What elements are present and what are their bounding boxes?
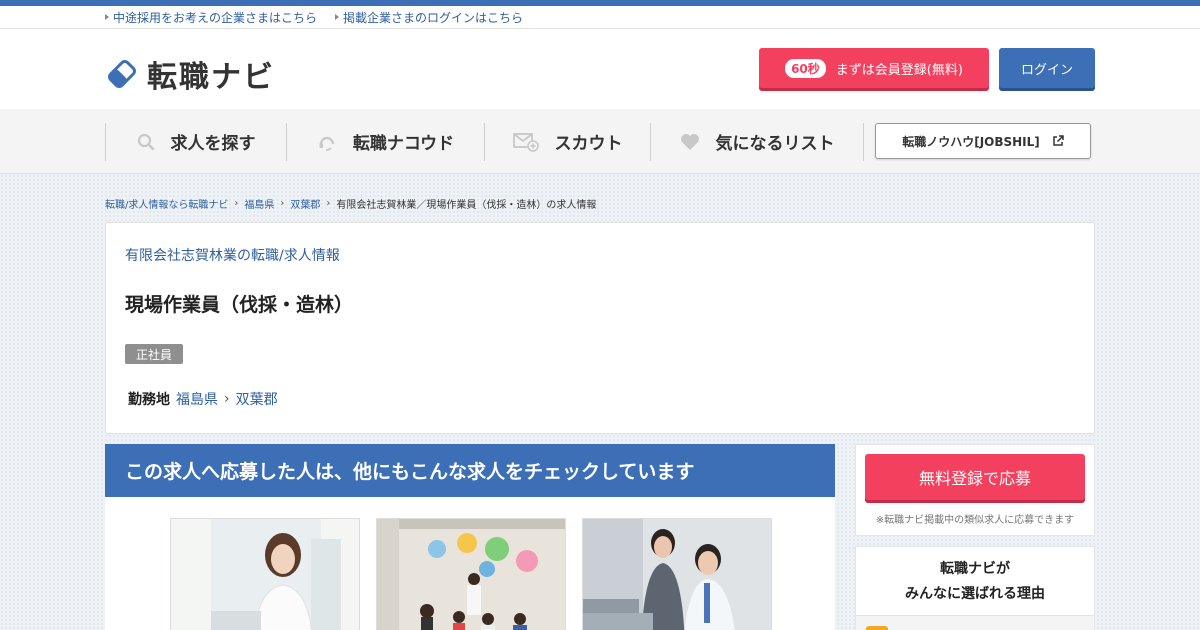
nav-item-nakoudo[interactable]: 転職ナコウド [286,122,484,161]
nav-item-scout[interactable]: スカウト [484,122,650,161]
search-icon [137,133,154,150]
employer-recruit-link[interactable]: 中途採用をお考えの企業さまはこちら [105,9,317,26]
job-summary-card: 有限会社志賀林業の転職/求人情報 現場作業員（伐採・造林） 正社員 勤務地 福島… [105,222,1095,434]
location-label: 勤務地 [128,392,170,408]
heart-icon [680,133,699,150]
job-title: 現場作業員（伐採・造林） [125,294,354,316]
company-jobs-link[interactable]: 有限会社志賀林業の転職/求人情報 [125,245,340,265]
breadcrumb-separator-icon: › [280,198,285,209]
breadcrumb: 転職/求人情報なら転職ナビ › 福島県 › 双葉郡 › 有限会社志賀林業／現場作… [105,196,596,211]
nav-item-job-search[interactable]: 求人を探す [105,122,286,161]
breadcrumb-prefecture-link[interactable]: 福島県 [244,196,274,211]
member-register-button[interactable]: 60秒 まずは会員登録(無料) [759,48,989,88]
location-district-link[interactable]: 双葉郡 [236,389,278,409]
breadcrumb-current: 有限会社志賀林業／現場作業員（伐採・造林）の求人情報 [336,200,597,211]
register-label: まずは会員登録(無料) [835,62,963,78]
reason-badge-icon [866,626,888,630]
main-nav: 求人を探す 転職ナコウド スカウト 気になるリスト 転職ノウハウ[JOBSHIL… [0,109,1200,174]
utility-bar: 中途採用をお考えの企業さまはこちら 掲載企業さまのログインはこちら [0,6,1200,29]
main-content-area: 転職/求人情報なら転職ナビ › 福島県 › 双葉郡 › 有限会社志賀林業／現場作… [0,174,1200,630]
site-header: 転職ナビ 60秒 まずは会員登録(無料) ログイン [0,29,1200,109]
register-apply-button[interactable]: 無料登録で応募 [865,454,1085,500]
recommended-job-thumbnail[interactable] [376,518,566,630]
recommended-jobs-heading: この求人へ応募した人は、他にもこんな求人をチェックしています [105,444,835,497]
employer-login-link[interactable]: 掲載企業さまのログインはこちら [335,9,523,26]
office-worker-photo [171,519,359,630]
register-time-badge: 60秒 [785,58,826,78]
nav-item-favorites[interactable]: 気になるリスト [650,122,864,161]
external-link-icon [1053,135,1064,146]
work-location: 勤務地 福島県 › 双葉郡 [128,389,278,409]
why-choose-list [856,615,1094,630]
location-prefecture-link[interactable]: 福島県 [176,389,218,409]
logo-mark-icon [108,60,136,88]
employment-type-badge: 正社員 [125,344,184,364]
recommended-jobs-section: この求人へ応募した人は、他にもこんな求人をチェックしています [105,444,835,630]
breadcrumb-separator-icon: › [326,198,331,209]
breadcrumb-separator-icon: › [234,198,239,209]
login-button[interactable]: ログイン [999,48,1095,88]
arrow-right-icon [335,14,340,20]
headset-icon [319,136,334,151]
breadcrumb-home-link[interactable]: 転職/求人情報なら転職ナビ [105,196,228,211]
recommended-job-thumbnail[interactable] [582,518,772,630]
arrow-right-icon [105,14,109,20]
site-logo[interactable]: 転職ナビ [105,52,275,96]
why-choose-title: 転職ナビが みんなに選ばれる理由 [905,561,1045,602]
why-choose-panel: 転職ナビが みんなに選ばれる理由 [855,546,1095,630]
jobshil-external-link[interactable]: 転職ノウハウ[JOBSHIL] [875,123,1091,159]
nursery-room-photo [377,519,565,630]
apply-panel: 無料登録で応募 ※転職ナビ掲載中の類似求人に応募できます [855,444,1095,536]
office-meeting-photo [583,519,771,630]
mail-plus-icon [512,132,539,152]
recommended-job-thumbnail[interactable] [170,518,360,630]
breadcrumb-district-link[interactable]: 双葉郡 [290,196,320,211]
location-separator-icon: › [224,391,230,407]
apply-note: ※転職ナビ掲載中の類似求人に応募できます [875,515,1075,526]
